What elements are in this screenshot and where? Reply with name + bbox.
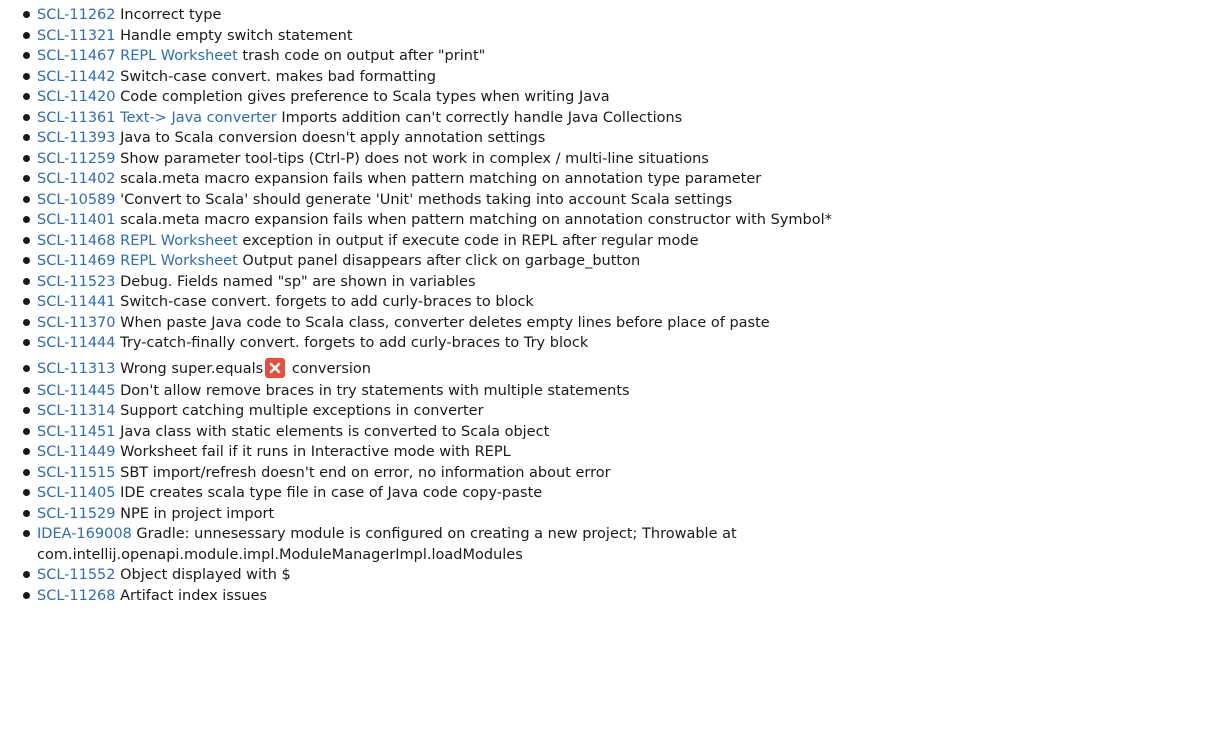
issue-key-link[interactable]: SCL-11313: [37, 361, 116, 377]
issue-title: NPE in project import: [120, 505, 275, 522]
issue-key-link[interactable]: SCL-11529: [37, 506, 116, 522]
issue-title: Don't allow remove braces in try stateme…: [120, 382, 630, 399]
issue-key-link[interactable]: SCL-11467: [37, 48, 116, 64]
issue-title: Debug. Fields named "sp" are shown in va…: [120, 273, 476, 290]
issue-key-link[interactable]: SCL-11444: [37, 335, 116, 351]
issue-key-link[interactable]: SCL-11469: [37, 253, 116, 269]
issue-key-link[interactable]: SCL-11268: [37, 588, 116, 604]
issue-item: SCL-11259 Show parameter tool-tips (Ctrl…: [23, 149, 1220, 170]
issue-key-link[interactable]: SCL-11262: [37, 7, 116, 23]
issue-title: Java class with static elements is conve…: [120, 423, 550, 440]
issue-title: Switch-case convert. forgets to add curl…: [120, 294, 534, 310]
issue-key-link[interactable]: SCL-11441: [37, 294, 116, 310]
issue-key-link[interactable]: SCL-11451: [37, 424, 116, 440]
issue-key-link[interactable]: SCL-11401: [37, 212, 116, 228]
issue-item: SCL-11405 IDE creates scala type file in…: [23, 483, 1220, 504]
issue-component-link[interactable]: REPL Worksheet: [120, 48, 238, 64]
issue-item: SCL-11321 Handle empty switch statement: [23, 26, 1220, 47]
issue-title: Artifact index issues: [120, 587, 268, 604]
issue-key-link[interactable]: SCL-11515: [37, 465, 116, 481]
issue-title: Gradle: unnesessary module is configured…: [37, 526, 737, 563]
issue-item: SCL-11393 Java to Scala conversion doesn…: [23, 128, 1220, 149]
issue-title: Support catching multiple exceptions in …: [120, 403, 484, 419]
issue-title: scala.meta macro expansion fails when pa…: [120, 171, 762, 187]
issue-item: SCL-11444 Try-catch-finally convert. for…: [23, 333, 1220, 354]
issue-title: Output panel disappears after click on g…: [242, 253, 641, 269]
issue-item: SCL-11314 Support catching multiple exce…: [23, 401, 1220, 422]
issue-list: SCL-11262 Incorrect type SCL-11321 Handle…: [0, 0, 1220, 606]
issue-key-link[interactable]: SCL-11552: [37, 567, 116, 583]
issue-key-link[interactable]: SCL-11370: [37, 315, 116, 331]
issue-key-link[interactable]: SCL-11259: [37, 151, 116, 167]
issue-item: SCL-11442 Switch-case convert. makes bad…: [23, 67, 1220, 88]
issue-title: Java to Scala conversion doesn't apply a…: [120, 130, 546, 146]
issue-item: SCL-11370 When paste Java code to Scala …: [23, 313, 1220, 334]
issue-title: exception in output if execute code in R…: [242, 232, 699, 249]
issue-title: Wrong super.equals: [120, 360, 264, 377]
issue-item: SCL-11445 Don't allow remove braces in t…: [23, 381, 1220, 402]
issue-key-link[interactable]: SCL-11445: [37, 383, 116, 399]
issue-title: IDE creates scala type file in case of J…: [120, 485, 543, 501]
issue-key-link[interactable]: SCL-11442: [37, 69, 116, 85]
issue-item: SCL-11401 scala.meta macro expansion fai…: [23, 210, 1220, 231]
issue-item: SCL-11449 Worksheet fail if it runs in I…: [23, 442, 1220, 463]
issue-item: SCL-11441 Switch-case convert. forgets t…: [23, 292, 1220, 313]
issue-item: IDEA-169008 Gradle: unnesessary module i…: [23, 524, 1047, 565]
issue-title: Worksheet fail if it runs in Interactive…: [120, 444, 511, 460]
issue-key-link[interactable]: SCL-11449: [37, 444, 116, 460]
issue-item: SCL-11523 Debug. Fields named "sp" are s…: [23, 272, 1220, 293]
error-x-icon: [265, 357, 286, 378]
issue-title: When paste Java code to Scala class, con…: [120, 314, 770, 331]
issue-item: SCL-11529 NPE in project import: [23, 504, 1220, 525]
issue-title: Incorrect type: [120, 7, 222, 23]
issue-title: trash code on output after "print": [242, 48, 486, 64]
issue-key-link[interactable]: SCL-11405: [37, 485, 116, 501]
issue-key-link[interactable]: SCL-11468: [37, 233, 116, 249]
issue-title: Try-catch-finally convert. forgets to ad…: [120, 335, 589, 351]
issue-title: Code completion gives preference to Scal…: [120, 89, 610, 105]
issue-title: Switch-case convert. makes bad formattin…: [120, 68, 437, 85]
issue-item: SCL-11420 Code completion gives preferen…: [23, 87, 1220, 108]
issue-key-link[interactable]: SCL-11402: [37, 171, 116, 187]
issue-item: SCL-11268 Artifact index issues: [23, 586, 1220, 607]
issue-item: SCL-11262 Incorrect type: [23, 5, 1220, 26]
issue-title: Handle empty switch statement: [120, 27, 353, 44]
issue-item: SCL-11515 SBT import/refresh doesn't end…: [23, 463, 1220, 484]
issue-component-link[interactable]: REPL Worksheet: [120, 233, 238, 249]
issue-title: Object displayed with $: [120, 567, 291, 583]
issue-title: Imports addition can't correctly handle …: [281, 109, 683, 126]
issue-key-link[interactable]: SCL-11420: [37, 89, 116, 105]
issue-item: SCL-11451 Java class with static element…: [23, 422, 1220, 443]
issue-item: SCL-11467 REPL Worksheet trash code on o…: [23, 46, 1220, 67]
issue-key-link[interactable]: IDEA-169008: [37, 526, 132, 542]
issue-item: SCL-11468 REPL Worksheet exception in ou…: [23, 231, 1220, 252]
issue-key-link[interactable]: SCL-11321: [37, 28, 116, 44]
issue-item: SCL-10589 'Convert to Scala' should gene…: [23, 190, 1220, 211]
issue-key-link[interactable]: SCL-11361: [37, 110, 116, 126]
issue-item: SCL-11313 Wrong super.equals conversion: [23, 354, 1220, 381]
issue-component-link[interactable]: Text-> Java converter: [120, 110, 277, 126]
issue-item: SCL-11469 REPL Worksheet Output panel di…: [23, 251, 1220, 272]
issue-key-link[interactable]: SCL-11393: [37, 130, 116, 146]
issue-title: Show parameter tool-tips (Ctrl-P) does n…: [120, 150, 709, 167]
issue-key-link[interactable]: SCL-11523: [37, 274, 116, 290]
issue-item: SCL-11402 scala.meta macro expansion fai…: [23, 169, 1220, 190]
issue-title: scala.meta macro expansion fails when pa…: [120, 212, 832, 228]
issue-title: SBT import/refresh doesn't end on error,…: [120, 464, 611, 481]
issue-component-link[interactable]: REPL Worksheet: [120, 253, 238, 269]
issue-title: 'Convert to Scala' should generate 'Unit…: [120, 191, 733, 208]
issue-item: SCL-11361 Text-> Java converter Imports …: [23, 108, 1220, 129]
issue-item: SCL-11552 Object displayed with $: [23, 565, 1220, 586]
issue-key-link[interactable]: SCL-10589: [37, 192, 116, 208]
issue-key-link[interactable]: SCL-11314: [37, 403, 116, 419]
issue-title-suffix: conversion: [291, 360, 371, 377]
